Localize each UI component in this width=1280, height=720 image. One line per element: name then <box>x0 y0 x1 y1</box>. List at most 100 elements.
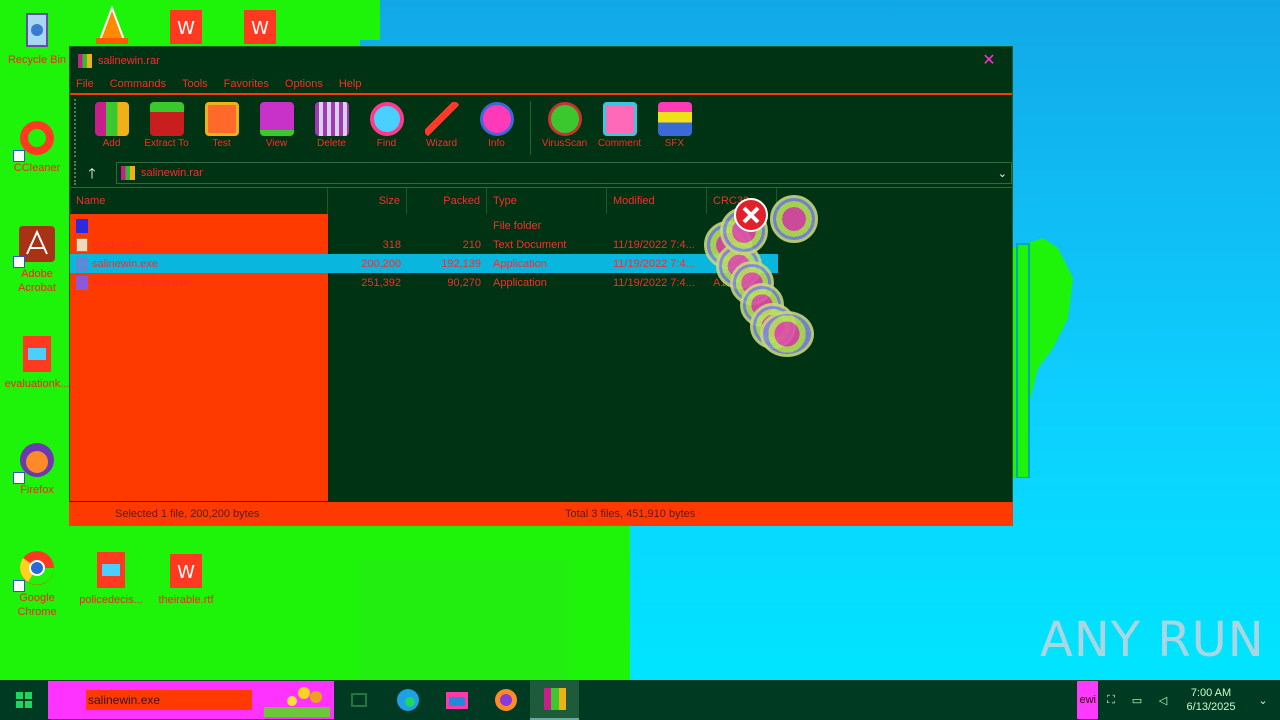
taskbar-winrar[interactable] <box>530 680 579 720</box>
tray-label[interactable]: ewi <box>1077 681 1098 719</box>
menu-help[interactable]: Help <box>339 78 362 90</box>
col-type[interactable]: Type <box>487 188 607 214</box>
test-button[interactable]: Test <box>194 99 249 157</box>
file-explorer-icon <box>445 692 468 709</box>
file-name: salinewin-safety.exe <box>92 276 191 289</box>
toolbar: Add Extract To Test View Delete Find Wiz… <box>74 99 702 157</box>
taskbar-search[interactable]: salinewin.exe <box>48 681 334 719</box>
taskbar-edge[interactable] <box>383 680 432 720</box>
file-list[interactable]: Name Size Packed Type Modified CRC32 .. … <box>70 187 1012 501</box>
system-tray: ewi ⛶ ▭ ◁ 7:00 AM 6/13/2025 ⌄ <box>1077 680 1280 720</box>
address-combobox[interactable]: salinewin.rar ⌄ <box>116 162 1012 184</box>
wizard-button[interactable]: Wizard <box>414 99 469 157</box>
cone-icon <box>92 5 132 46</box>
desktop-icon-vlc[interactable] <box>76 5 148 49</box>
extract-folder-icon <box>149 102 184 136</box>
col-packed[interactable]: Packed <box>407 188 487 214</box>
status-total: Total 3 files, 451,910 bytes <box>565 508 696 520</box>
sfx-button[interactable]: SFX <box>647 99 702 157</box>
find-button[interactable]: Find <box>359 99 414 157</box>
task-view-button[interactable] <box>334 680 383 720</box>
virusscan-button[interactable]: VirusScan <box>537 99 592 157</box>
desktop-icon-chrome[interactable]: Google Chrome <box>1 548 73 619</box>
chevron-down-icon[interactable]: ⌄ <box>998 167 1007 180</box>
close-button[interactable]: ✕ <box>976 51 1002 71</box>
desktop-icon-recycle-bin[interactable]: Recycle Bin <box>1 10 73 67</box>
recycle-bin-icon <box>17 10 57 50</box>
tool-label: Comment <box>597 138 642 149</box>
error-icon-trail <box>760 311 814 357</box>
ccleaner-icon <box>13 118 57 162</box>
file-type: Application <box>493 276 547 289</box>
comment-button[interactable]: Comment <box>592 99 647 157</box>
speaker-icon[interactable]: ◁ <box>1150 694 1176 707</box>
notification-icon[interactable]: ⌄ <box>1246 694 1280 707</box>
desktop-icon-ccleaner[interactable]: CCleaner <box>1 118 73 175</box>
up-folder-button[interactable]: 🡑 <box>74 161 108 185</box>
icon-label: Google Chrome <box>17 592 57 618</box>
info-button[interactable]: Info <box>469 99 524 157</box>
error-icon-trail <box>770 195 818 243</box>
col-modified[interactable]: Modified <box>607 188 707 214</box>
file-size: 200,200 <box>361 257 401 270</box>
start-button[interactable] <box>0 680 48 720</box>
shortcut-arrow-icon <box>13 256 25 268</box>
status-bar: Selected 1 file, 200,200 bytes Total 3 f… <box>69 502 1013 526</box>
image-file-icon <box>91 550 131 590</box>
file-name: salinewin.exe <box>92 257 159 270</box>
file-name: readme.txt <box>92 238 144 251</box>
menu-options[interactable]: Options <box>285 78 323 90</box>
desktop-icon-evaluation[interactable]: evaluationk... <box>1 334 73 391</box>
desktop-icon-acrobat[interactable]: Adobe Acrobat <box>1 224 73 295</box>
table-row[interactable]: readme.txt 318 210 Text Document 11/19/2… <box>70 235 778 254</box>
menu-favorites[interactable]: Favorites <box>224 78 269 90</box>
delete-button[interactable]: Delete <box>304 99 359 157</box>
bg-region <box>360 560 570 680</box>
col-name[interactable]: Name <box>70 188 328 214</box>
word-doc-icon: W <box>166 550 206 590</box>
edge-icon <box>396 689 419 711</box>
image-file-icon <box>17 334 57 374</box>
taskbar-firefox[interactable] <box>481 680 530 720</box>
file-type: Text Document <box>493 238 567 251</box>
desktop-icon-policedecis[interactable]: policedecis... <box>75 550 147 607</box>
shortcut-arrow-icon <box>13 150 25 162</box>
title-bar[interactable]: salinewin.rar ✕ <box>70 47 1012 75</box>
winrar-app-icon <box>78 54 92 68</box>
menu-tools[interactable]: Tools <box>182 78 208 90</box>
volume-icon[interactable]: ▭ <box>1124 694 1150 707</box>
network-icon[interactable]: ⛶ <box>1098 694 1124 707</box>
file-size: 251,392 <box>361 276 401 289</box>
winrar-window[interactable]: salinewin.rar ✕ File Commands Tools Favo… <box>69 46 1013 526</box>
add-button[interactable]: Add <box>84 99 139 157</box>
icon-label: policedecis... <box>79 594 143 606</box>
menu-file[interactable]: File <box>76 78 94 90</box>
table-row-selected[interactable]: salinewin.exe 200,200 192,139 Applicatio… <box>70 254 778 273</box>
comment-icon <box>602 102 637 136</box>
flowers-decoration-icon <box>264 687 330 717</box>
col-size[interactable]: Size <box>328 188 407 214</box>
clock[interactable]: 7:00 AM 6/13/2025 <box>1176 686 1246 714</box>
menu-commands[interactable]: Commands <box>110 78 166 90</box>
desktop-icon-theirable[interactable]: W theirable.rtf <box>150 550 222 607</box>
file-modified: 11/19/2022 7:4... <box>613 276 695 289</box>
windows-logo-icon <box>16 692 32 708</box>
table-row[interactable]: salinewin-safety.exe 251,392 90,270 Appl… <box>70 273 778 292</box>
shortcut-arrow-icon <box>13 472 25 484</box>
text-file-icon <box>76 237 88 252</box>
view-button[interactable]: View <box>249 99 304 157</box>
taskbar-file-explorer[interactable] <box>432 680 481 720</box>
icon-label: Recycle Bin <box>7 54 67 66</box>
file-type: Application <box>493 257 547 270</box>
search-text: salinewin.exe <box>86 690 252 710</box>
desktop-icon-word-doc[interactable]: W <box>224 6 296 49</box>
desktop-icon-firefox[interactable]: Firefox <box>1 440 73 497</box>
tool-label: Delete <box>317 138 346 149</box>
svg-text:W: W <box>177 562 195 583</box>
extract-to-button[interactable]: Extract To <box>139 99 194 157</box>
column-headers: Name Size Packed Type Modified CRC32 <box>70 188 1012 214</box>
table-row[interactable]: .. File folder <box>70 216 778 235</box>
file-name: .. <box>92 219 99 232</box>
svg-text:W: W <box>177 18 195 39</box>
desktop-icon-word-doc[interactable]: W <box>150 6 222 49</box>
